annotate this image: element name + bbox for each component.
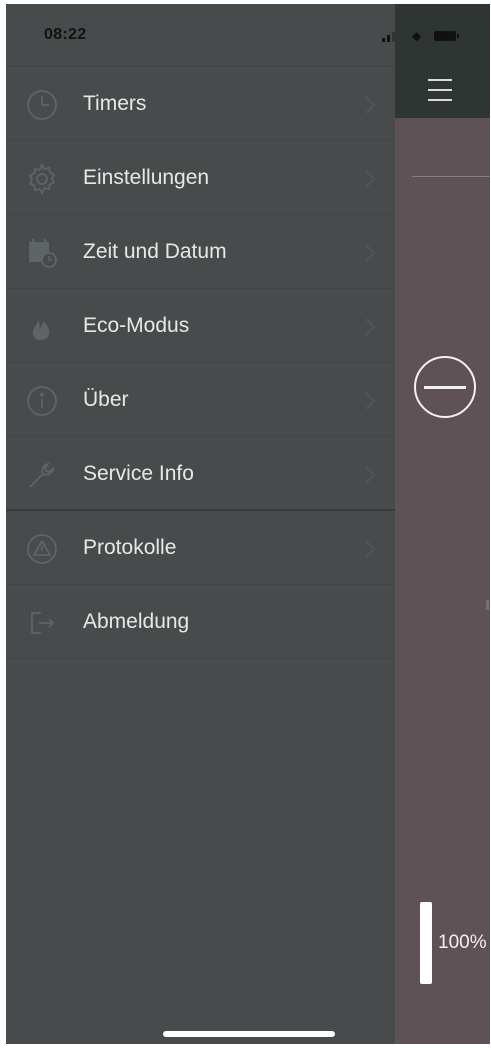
level-value: 100% xyxy=(438,932,487,953)
gear-icon xyxy=(26,163,58,195)
chevron-right-icon xyxy=(361,465,379,485)
menu-item-timers[interactable]: Timers xyxy=(6,67,395,141)
menu-item-label: Timers xyxy=(83,92,147,115)
signal-icon xyxy=(382,38,385,42)
calendar-clock-icon xyxy=(26,237,58,269)
chevron-right-icon xyxy=(361,317,379,337)
app-frame: 100% Timers Einstellungen Zeit und Datum… xyxy=(6,4,490,1044)
status-time: 08:22 xyxy=(44,26,87,43)
chevron-right-icon xyxy=(361,391,379,411)
menu-item-label: Einstellungen xyxy=(83,166,210,189)
chevron-right-icon xyxy=(361,539,379,559)
main-divider xyxy=(412,176,490,177)
navigation-drawer: Timers Einstellungen Zeit und Datum Eco-… xyxy=(6,4,395,1044)
drawer-menu: Timers Einstellungen Zeit und Datum Eco-… xyxy=(6,67,395,659)
menu-item-service-info[interactable]: Service Info xyxy=(6,437,395,511)
menu-item-label: Protokolle xyxy=(83,536,177,559)
warning-icon xyxy=(26,533,58,565)
edge-indicator xyxy=(486,600,489,610)
status-bar: 08:22 ◆ xyxy=(6,4,490,66)
menu-item-eco-modus[interactable]: Eco-Modus xyxy=(6,289,395,363)
menu-item-einstellungen[interactable]: Einstellungen xyxy=(6,141,395,215)
menu-item-ueber[interactable]: Über xyxy=(6,363,395,437)
menu-item-label: Service Info xyxy=(83,462,194,485)
wrench-icon xyxy=(26,459,58,491)
menu-item-label: Zeit und Datum xyxy=(83,240,227,263)
status-icons: ◆ xyxy=(382,30,466,42)
clock-icon xyxy=(26,89,58,121)
decrease-button[interactable] xyxy=(414,356,476,418)
wifi-icon: ◆ xyxy=(412,29,422,43)
info-icon xyxy=(26,385,58,417)
home-indicator[interactable] xyxy=(163,1031,335,1037)
chevron-right-icon xyxy=(361,95,379,115)
battery-icon xyxy=(434,31,459,41)
logout-icon xyxy=(26,607,58,639)
chevron-right-icon xyxy=(361,169,379,189)
signal-icon xyxy=(387,35,390,42)
menu-item-protokolle[interactable]: Protokolle xyxy=(6,511,395,585)
hamburger-menu-icon[interactable] xyxy=(428,79,452,101)
menu-item-label: Über xyxy=(83,388,129,411)
menu-item-abmeldung[interactable]: Abmeldung xyxy=(6,585,395,659)
level-bar xyxy=(420,902,432,984)
flame-icon xyxy=(26,311,58,343)
menu-item-label: Eco-Modus xyxy=(83,314,190,337)
chevron-right-icon xyxy=(361,243,379,263)
signal-icon xyxy=(392,32,395,42)
menu-item-zeit-und-datum[interactable]: Zeit und Datum xyxy=(6,215,395,289)
menu-item-label: Abmeldung xyxy=(83,610,190,633)
